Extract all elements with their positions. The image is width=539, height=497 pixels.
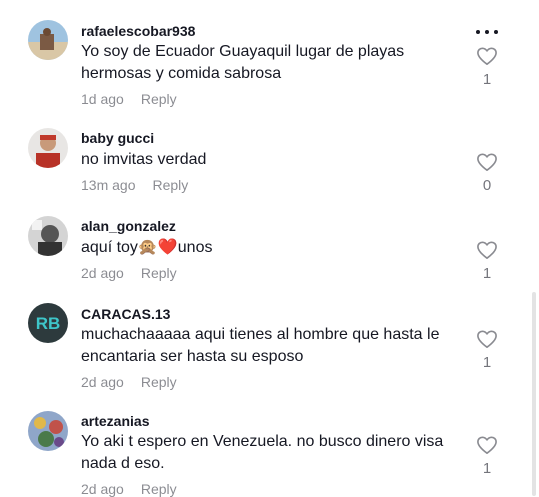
comment-username[interactable]: baby gucci xyxy=(81,130,154,146)
like-count: 1 xyxy=(482,354,492,371)
comment-text: Yo soy de Ecuador Guayaquil lugar de pla… xyxy=(81,43,405,82)
reply-button[interactable]: Reply xyxy=(152,177,188,193)
like-count: 1 xyxy=(482,265,492,282)
comment-time: 2d ago xyxy=(81,265,124,281)
comment-text: Yo aki t espero en Venezuela. no busco d… xyxy=(81,433,444,472)
like-count: 1 xyxy=(482,71,492,88)
comment-username[interactable]: artezanias xyxy=(81,413,149,429)
reply-button[interactable]: Reply xyxy=(141,481,177,497)
comment-text: aquí toy🙊❤️unos xyxy=(81,239,213,256)
scrollbar[interactable] xyxy=(532,292,536,496)
comment-meta: 13m ago Reply xyxy=(81,177,188,193)
avatar[interactable] xyxy=(28,411,68,451)
like-control: 1 xyxy=(474,46,500,88)
heart-outline-icon[interactable] xyxy=(476,46,498,66)
comment-meta: 1d ago Reply xyxy=(81,91,177,107)
comment-username[interactable]: rafaelescobar938 xyxy=(81,23,195,39)
comment-time: 2d ago xyxy=(81,481,124,497)
avatar[interactable] xyxy=(28,128,68,168)
rb-logo-text: RB xyxy=(36,314,61,333)
like-control: 1 xyxy=(474,240,500,282)
comment-meta: 2d ago Reply xyxy=(81,374,177,390)
comment-time: 2d ago xyxy=(81,374,124,390)
reply-button[interactable]: Reply xyxy=(141,374,177,390)
comment-username[interactable]: CARACAS.13 xyxy=(81,306,170,322)
like-count: 1 xyxy=(482,460,492,477)
heart-outline-icon[interactable] xyxy=(476,152,498,172)
comment-username[interactable]: alan_gonzalez xyxy=(81,218,176,234)
reply-button[interactable]: Reply xyxy=(141,265,177,281)
avatar[interactable] xyxy=(28,20,68,60)
avatar[interactable] xyxy=(28,216,68,256)
comment-time: 13m ago xyxy=(81,177,136,193)
heart-outline-icon[interactable] xyxy=(476,435,498,455)
comment-meta: 2d ago Reply xyxy=(81,481,177,497)
like-control: 1 xyxy=(474,329,500,371)
comment-time: 1d ago xyxy=(81,91,124,107)
like-control: 1 xyxy=(474,435,500,477)
like-count: 0 xyxy=(482,177,492,194)
more-options-icon[interactable] xyxy=(476,28,498,36)
comment-text: muchachaaaaa aqui tienes al hombre que h… xyxy=(81,326,440,365)
heart-outline-icon[interactable] xyxy=(476,240,498,260)
reply-button[interactable]: Reply xyxy=(141,91,177,107)
avatar[interactable]: RB xyxy=(28,303,68,343)
like-control: 0 xyxy=(474,152,500,194)
heart-outline-icon[interactable] xyxy=(476,329,498,349)
comment-meta: 2d ago Reply xyxy=(81,265,177,281)
comment-text: no imvitas verdad xyxy=(81,151,207,168)
